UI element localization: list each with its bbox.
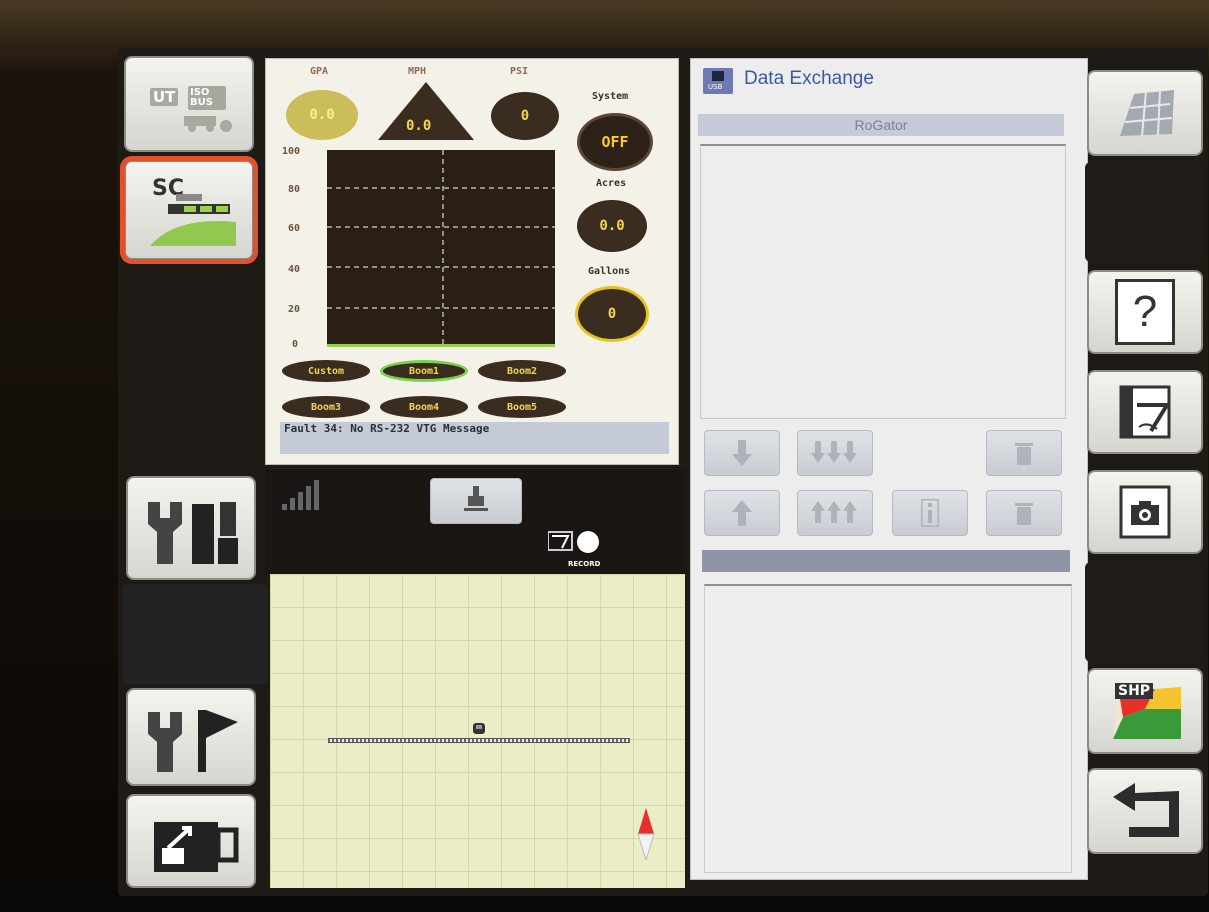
machine-setup-button[interactable] [126,476,256,580]
wrench-flag-icon [146,704,240,778]
usb-icon: USB [703,68,733,94]
y-tick-60: 60 [288,223,301,234]
external-display-icon [150,808,240,882]
signal-strength-icon [282,478,326,516]
ut-badge: UT [150,88,179,106]
trash-icon [1015,443,1033,465]
section-control-icon [146,190,238,252]
info-button[interactable] [892,490,968,536]
y-tick-40: 40 [288,264,301,275]
isobus-badge: ISO BUS [188,86,226,110]
system-label: System [592,91,629,102]
copy-all-up-button[interactable] [797,490,873,536]
field-setup-button[interactable] [126,688,256,786]
fault-message: Fault 34: No RS-232 VTG Message [280,422,669,454]
info-icon [921,499,939,527]
acres-readout: 0.0 [577,200,647,252]
copy-all-down-button[interactable] [797,430,873,476]
arrows-down-all-icon [811,441,857,463]
wrench-machine-icon [146,494,240,570]
right-nav-empty-slot-2 [1085,562,1205,662]
report-icon [1119,385,1171,439]
compass-icon [636,808,656,864]
help-icon: ? [1115,279,1175,345]
right-nav-empty-slot-1 [1085,162,1205,262]
gpa-readout: 0.0 [286,90,358,140]
camera-icon [1119,485,1171,539]
boom-2-button[interactable]: Boom2 [478,360,566,382]
back-arrow-icon [1113,783,1179,837]
boom-4-button[interactable]: Boom4 [380,396,468,418]
copy-up-button[interactable] [704,490,780,536]
data-exchange-title: Data Exchange [744,68,874,89]
report-button[interactable] [1087,370,1203,454]
boom-3-button[interactable]: Boom3 [282,396,370,418]
copy-down-button[interactable] [704,430,780,476]
y-tick-0: 0 [292,339,299,350]
mph-value: 0.0 [406,118,432,134]
external-device-button[interactable] [126,794,256,888]
gpa-label: GPA [310,66,329,77]
psi-readout: 0 [491,92,559,140]
source-header: RoGator [698,114,1064,136]
chart-baseline [327,344,555,347]
gallons-label: Gallons [588,266,631,277]
arrows-up-all-icon [811,501,857,523]
target-file-list[interactable] [704,584,1072,873]
record-icon[interactable] [547,528,600,562]
shapefile-button[interactable]: SHP [1087,668,1203,754]
arrow-up-icon [732,500,752,526]
target-header [702,550,1070,572]
back-button[interactable] [1087,768,1203,854]
system-toggle-button[interactable]: OFF [577,113,653,171]
delete-target-button[interactable] [986,490,1062,536]
mph-label: MPH [408,66,427,77]
screenshot-button[interactable] [1087,470,1203,554]
vehicle-icon [471,720,487,740]
arrow-down-icon [732,440,752,466]
boom-5-button[interactable]: Boom5 [478,396,566,418]
gallons-readout: 0 [575,286,649,342]
shp-label: SHP [1115,683,1154,699]
y-tick-80: 80 [288,184,301,195]
usb-label: USB [708,83,723,91]
sprayer-icon [464,484,488,518]
trash-icon [1015,503,1033,525]
field-map-button[interactable] [1087,70,1203,156]
mph-readout: 0.0 [376,80,476,146]
psi-label: PSI [510,66,529,77]
isobus-ut-button[interactable]: UT ISO BUS [124,56,254,152]
acres-label: Acres [596,178,627,189]
y-tick-20: 20 [288,304,301,315]
y-tick-100: 100 [282,146,301,157]
section-control-button[interactable]: SC [120,156,258,264]
rate-chart [327,150,555,344]
boom-view-button[interactable] [430,478,522,524]
boom-custom-button[interactable]: Custom [282,360,370,382]
boom-1-button[interactable]: Boom1 [380,360,468,382]
record-label: RECORD [568,560,601,568]
help-button[interactable]: ? [1087,270,1203,354]
source-file-list[interactable] [700,144,1066,419]
tractor-icon [184,110,234,136]
left-nav-empty-slot [122,584,268,684]
shapefile-icon: SHP [1105,679,1185,743]
delete-source-button[interactable] [986,430,1062,476]
field-grid-icon [1120,90,1174,137]
